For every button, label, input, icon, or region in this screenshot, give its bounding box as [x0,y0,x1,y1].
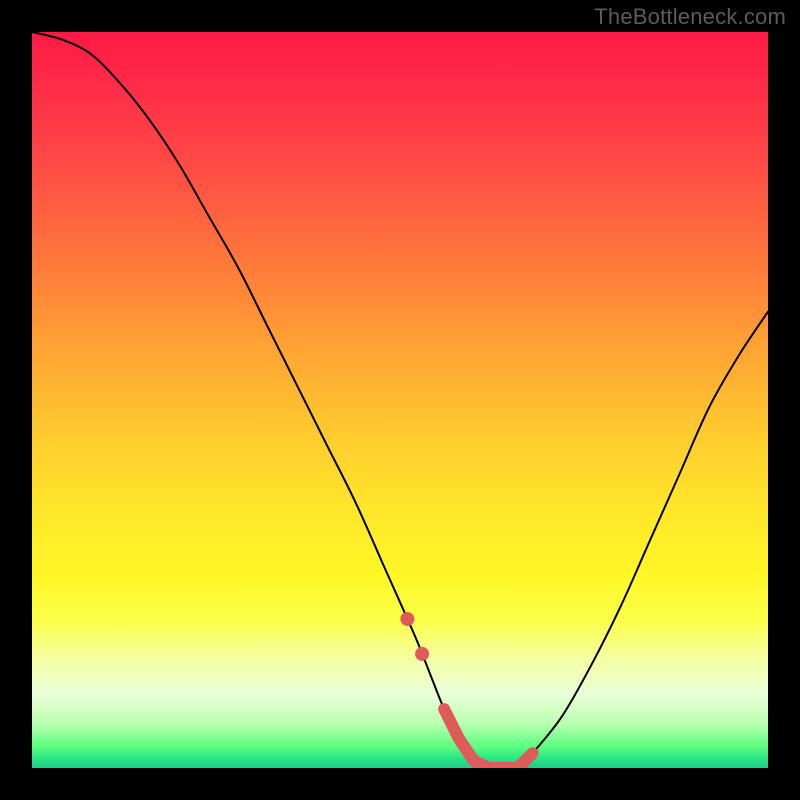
marker-dot [400,612,414,626]
watermark-text: TheBottleneck.com [594,4,786,30]
chart-frame: TheBottleneck.com [0,0,800,800]
optimal-range-highlight [444,709,532,768]
curve-layer [32,32,768,768]
marker-dot [415,647,429,661]
plot-area [32,32,768,768]
bottleneck-curve [32,32,768,768]
